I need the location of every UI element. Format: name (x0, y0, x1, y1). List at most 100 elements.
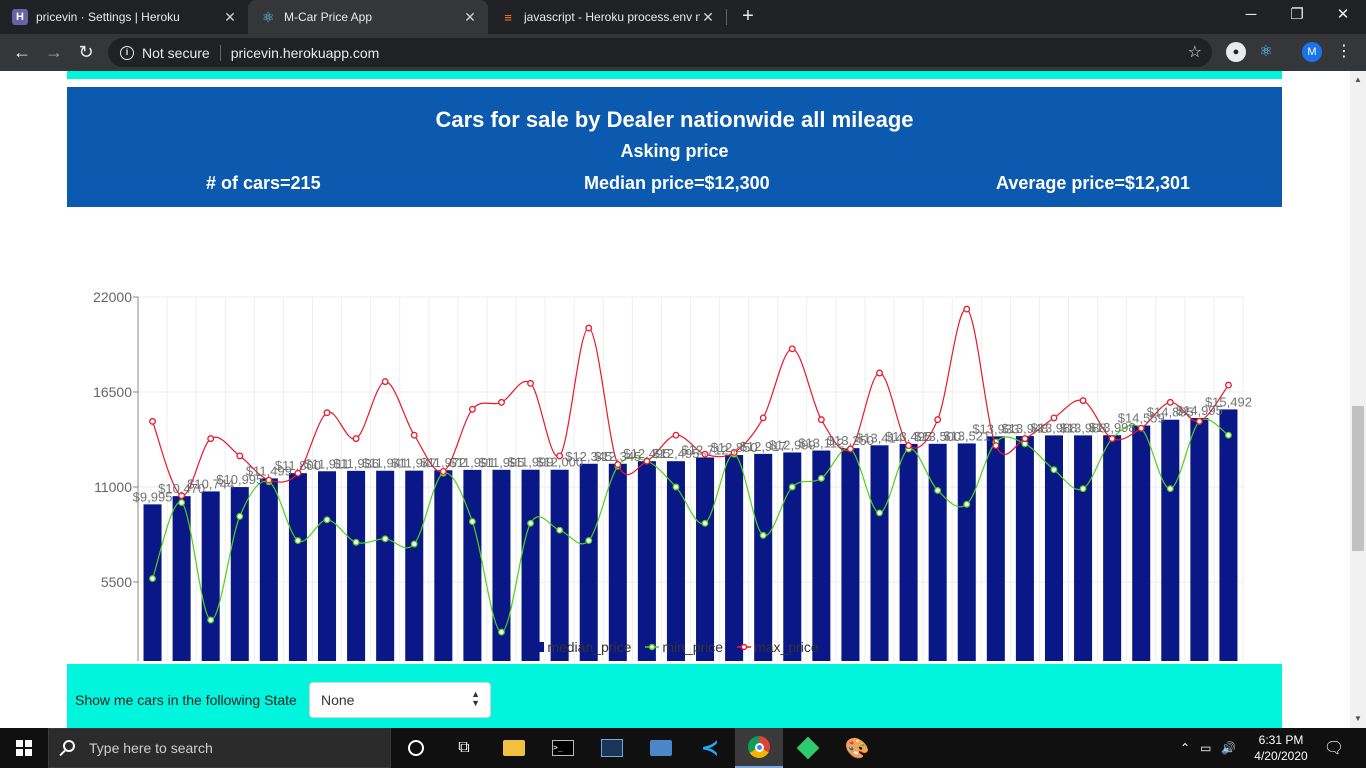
point-max-price[interactable] (468, 405, 476, 413)
bar-median-price[interactable] (1161, 419, 1180, 661)
scrollbar-thumb[interactable] (1352, 406, 1364, 551)
close-tab-icon[interactable]: ✕ (462, 9, 478, 26)
point-max-price[interactable] (672, 431, 680, 439)
point-min-price[interactable] (178, 499, 186, 506)
point-max-price[interactable] (527, 379, 535, 387)
paint-icon[interactable]: 🎨 (833, 728, 881, 768)
point-max-price[interactable] (759, 414, 767, 422)
address-bar[interactable]: i Not secure pricevin.herokuapp.com ☆ (108, 38, 1212, 67)
git-client-icon[interactable] (588, 728, 636, 768)
menu-kebab-icon[interactable]: ⋮ (1334, 42, 1354, 62)
point-min-price[interactable] (207, 616, 215, 624)
point-max-price[interactable] (876, 369, 883, 377)
bar-median-price[interactable] (754, 453, 773, 661)
bar-median-price[interactable] (1219, 409, 1238, 661)
point-min-price[interactable] (876, 509, 883, 517)
point-max-price[interactable] (1079, 397, 1087, 405)
reload-button[interactable]: ↻ (74, 40, 98, 64)
point-min-price[interactable] (817, 474, 825, 482)
bar-median-price[interactable] (376, 470, 395, 661)
taskbar-clock[interactable]: 6:31 PM 4/20/2020 (1250, 732, 1312, 764)
bar-median-price[interactable] (1190, 417, 1209, 661)
point-min-price[interactable] (963, 500, 971, 508)
scroll-up-icon[interactable]: ▲ (1354, 75, 1362, 84)
point-min-price[interactable] (1166, 485, 1174, 493)
extension-icon[interactable]: ● (1226, 42, 1246, 62)
bar-median-price[interactable] (812, 450, 831, 661)
react-devtools-icon[interactable]: ⚛ (1256, 42, 1276, 62)
tab-m-car-price-app[interactable]: ⚛ M-Car Price App ✕ (248, 0, 488, 34)
point-max-price[interactable] (149, 417, 156, 425)
point-max-price[interactable] (817, 416, 825, 424)
minimize-button[interactable]: ─ (1228, 0, 1274, 30)
point-min-price[interactable] (323, 516, 331, 524)
point-min-price[interactable] (701, 519, 709, 527)
point-max-price[interactable] (207, 435, 215, 443)
bar-median-price[interactable] (1132, 425, 1151, 661)
bar-median-price[interactable] (1103, 435, 1122, 661)
taskbar-search[interactable]: Type here to search (48, 728, 391, 768)
close-tab-icon[interactable]: ✕ (222, 9, 238, 26)
point-min-price[interactable] (498, 628, 505, 636)
point-max-price[interactable] (585, 324, 593, 332)
point-min-price[interactable] (352, 538, 360, 546)
network-app-icon[interactable] (637, 728, 685, 768)
scroll-down-icon[interactable]: ▼ (1354, 714, 1362, 723)
point-min-price[interactable] (1050, 466, 1058, 474)
back-button[interactable]: ← (10, 40, 34, 64)
point-min-price[interactable] (294, 537, 302, 544)
point-min-price[interactable] (1079, 485, 1087, 493)
notifications-icon[interactable]: 🗨 (1310, 728, 1358, 768)
bar-median-price[interactable] (405, 470, 424, 661)
profile-avatar[interactable]: M (1302, 42, 1322, 62)
point-min-price[interactable] (585, 537, 593, 544)
point-min-price[interactable] (468, 518, 476, 525)
bar-median-price[interactable] (259, 478, 278, 661)
point-max-price[interactable] (1021, 435, 1029, 443)
file-explorer-icon[interactable] (490, 728, 538, 768)
info-icon[interactable]: i (120, 45, 134, 60)
point-max-price[interactable] (788, 345, 796, 353)
point-min-price[interactable] (1225, 431, 1232, 439)
bar-median-price[interactable] (841, 448, 860, 661)
bar-median-price[interactable] (317, 471, 337, 661)
close-tab-icon[interactable]: ✕ (700, 9, 716, 26)
point-min-price[interactable] (788, 483, 796, 491)
point-max-price[interactable] (1195, 417, 1203, 425)
point-min-price[interactable] (672, 483, 680, 491)
point-max-price[interactable] (236, 452, 244, 460)
point-max-price[interactable] (1137, 424, 1145, 432)
new-tab-button[interactable]: + (737, 5, 759, 27)
bar-median-price[interactable] (637, 461, 656, 661)
gitkraken-icon[interactable] (784, 728, 832, 768)
tab-stackoverflow[interactable]: ≡ javascript - Heroku process.env n ✕ (488, 0, 726, 34)
point-max-price[interactable] (963, 305, 971, 313)
windows-start-icon[interactable] (0, 728, 48, 768)
cortana-icon[interactable] (392, 728, 440, 768)
bar-median-price[interactable] (521, 469, 540, 661)
bar-median-price[interactable] (957, 443, 976, 661)
bar-median-price[interactable] (696, 457, 715, 661)
point-max-price[interactable] (992, 442, 1000, 449)
bar-median-price[interactable] (870, 445, 889, 661)
close-window-button[interactable]: ✕ (1320, 0, 1366, 30)
battery-icon[interactable]: ▭ (1200, 741, 1211, 755)
bar-median-price[interactable] (288, 473, 307, 661)
bar-median-price[interactable] (899, 443, 918, 661)
point-min-price[interactable] (236, 512, 244, 520)
bar-median-price[interactable] (463, 469, 482, 661)
restore-button[interactable]: ❐ (1274, 0, 1320, 30)
point-max-price[interactable] (323, 409, 331, 417)
point-min-price[interactable] (410, 540, 418, 548)
legend-min[interactable]: min_price (645, 639, 723, 655)
legend-max[interactable]: max_price (737, 639, 819, 655)
bar-median-price[interactable] (434, 470, 453, 661)
tab-heroku-settings[interactable]: H pricevin · Settings | Heroku ✕ (0, 0, 248, 34)
page-scrollbar[interactable]: ▲ ▼ (1350, 71, 1366, 728)
point-min-price[interactable] (149, 575, 156, 582)
bar-median-price[interactable] (550, 469, 569, 661)
point-min-price[interactable] (759, 531, 767, 539)
point-min-price[interactable] (527, 519, 535, 527)
chrome-icon[interactable] (735, 728, 783, 768)
bar-median-price[interactable] (579, 463, 598, 661)
